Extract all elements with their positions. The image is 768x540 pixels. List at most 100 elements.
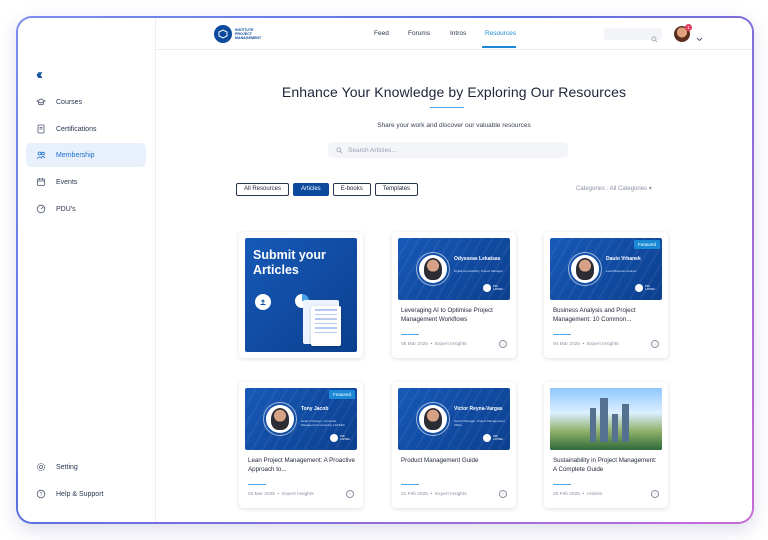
download-icon[interactable]: ↓ bbox=[651, 340, 659, 348]
sidebar-item-courses[interactable]: Courses bbox=[26, 90, 146, 114]
author-name: Tony Jacob bbox=[301, 406, 329, 412]
article-search-input[interactable]: Search Articles... bbox=[328, 142, 568, 158]
upload-icon bbox=[255, 294, 271, 310]
article-category: Articles bbox=[586, 492, 603, 497]
gear-icon bbox=[36, 462, 46, 472]
article-card[interactable]: Victor Reyna-Vargas Senior Manager, Proj… bbox=[392, 382, 516, 508]
sidebar-item-membership[interactable]: Membership bbox=[26, 143, 146, 167]
tab-articles[interactable]: Articles bbox=[293, 183, 329, 196]
article-category: Expert Insights bbox=[434, 342, 467, 347]
sidebar-item-help[interactable]: ? Help & Support bbox=[26, 482, 146, 506]
tab-all-resources[interactable]: All Resources bbox=[236, 183, 290, 196]
resource-tabs: All Resources Articles E-books Templates bbox=[236, 183, 419, 196]
sidebar-item-pdus[interactable]: PDU's bbox=[26, 197, 146, 221]
article-category: Expert Insights bbox=[434, 492, 467, 497]
article-banner: Victor Reyna-Vargas Senior Manager, Proj… bbox=[398, 388, 510, 450]
pmi-logo-icon bbox=[483, 434, 491, 442]
top-search-input[interactable] bbox=[604, 28, 662, 43]
article-title: Business Analysis and Project Management… bbox=[553, 307, 636, 323]
notification-badge: 1 bbox=[685, 24, 692, 31]
download-icon[interactable]: ↓ bbox=[651, 490, 659, 498]
article-meta: 06 Mar 2025 • Expert Insights bbox=[401, 342, 467, 347]
collapse-sidebar-icon[interactable]: ‹‹ bbox=[36, 66, 43, 83]
article-date: 06 Mar 2025 bbox=[401, 342, 428, 347]
pmi-label: PMI LAPSEC bbox=[645, 285, 656, 291]
article-meta: 02 Mar 2025 • Expert Insights bbox=[248, 492, 314, 497]
help-icon: ? bbox=[36, 489, 46, 499]
search-placeholder: Search Articles... bbox=[348, 146, 397, 154]
sidebar-item-label: Membership bbox=[56, 151, 95, 159]
submit-banner: Submit your Articles bbox=[245, 238, 357, 352]
main-content: Enhance Your Knowledge by Exploring Our … bbox=[156, 50, 752, 522]
topnav-feed[interactable]: Feed bbox=[374, 30, 389, 37]
article-card[interactable]: Featured Dauio Vrbanek Lead Business Ana… bbox=[544, 232, 668, 358]
title-divider bbox=[430, 107, 464, 108]
topnav-resources[interactable]: Resources bbox=[485, 30, 516, 37]
article-divider bbox=[553, 484, 571, 485]
pmi-label: PMI LAPSEC bbox=[340, 435, 351, 441]
author-name: Dauio Vrbanek bbox=[606, 256, 641, 262]
category-filter[interactable]: Categories : All Categories ▾ bbox=[576, 185, 652, 192]
tab-templates[interactable]: Templates bbox=[374, 183, 419, 196]
article-banner: Featured Dauio Vrbanek Lead Business Ana… bbox=[550, 238, 662, 300]
sidebar: ‹‹ Courses Certifications Membership Eve… bbox=[18, 18, 156, 522]
search-icon bbox=[651, 30, 658, 48]
logo-mark-icon bbox=[214, 25, 232, 43]
download-icon[interactable]: ↓ bbox=[346, 490, 354, 498]
article-photo bbox=[550, 388, 662, 450]
topnav-forums[interactable]: Forums bbox=[408, 30, 430, 37]
active-tab-underline bbox=[482, 46, 516, 48]
pmi-logo-icon bbox=[330, 434, 338, 442]
article-card[interactable]: Featured Tony Jacob Head of Design, Comp… bbox=[239, 382, 363, 508]
calendar-icon bbox=[36, 177, 46, 187]
author-photo bbox=[266, 405, 294, 433]
article-title: Sustainability in Project Management: A … bbox=[553, 457, 657, 473]
sidebar-item-setting[interactable]: Setting bbox=[26, 455, 146, 479]
submit-article-card[interactable]: Submit your Articles bbox=[239, 232, 363, 358]
featured-badge: Featured bbox=[328, 390, 355, 399]
article-banner: Odysseas Lekatsas Digital Accessibility,… bbox=[398, 238, 510, 300]
pmi-logo-icon bbox=[635, 284, 643, 292]
author-role: Lead Business Analyst bbox=[606, 269, 637, 273]
top-bar: INSTITUTE PROJECT MANAGEMENT Feed Forums… bbox=[156, 18, 752, 50]
author-name: Victor Reyna-Vargas bbox=[454, 406, 503, 412]
article-meta: 04 Mar 2025 • Expert Insights bbox=[553, 342, 619, 347]
browser-frame: ‹‹ Courses Certifications Membership Eve… bbox=[16, 16, 754, 524]
topnav-intros[interactable]: Intros bbox=[450, 30, 466, 37]
author-photo bbox=[571, 255, 599, 283]
sidebar-item-certifications[interactable]: Certifications bbox=[26, 117, 146, 141]
tab-ebooks[interactable]: E-books bbox=[332, 183, 371, 196]
article-card[interactable]: Sustainability in Project Management: A … bbox=[544, 382, 668, 508]
page-subtitle: Share your work and discover our valuabl… bbox=[377, 122, 531, 129]
gauge-icon bbox=[36, 204, 46, 214]
article-category: Expert Insights bbox=[281, 492, 314, 497]
article-divider bbox=[248, 484, 266, 485]
article-date: 21 Feb 2025 bbox=[401, 492, 428, 497]
pmi-logo-icon bbox=[483, 284, 491, 292]
chevron-down-icon[interactable] bbox=[696, 29, 703, 47]
article-date: 04 Mar 2025 bbox=[553, 342, 580, 347]
svg-text:?: ? bbox=[40, 492, 43, 498]
author-name: Odysseas Lekatsas bbox=[454, 256, 501, 262]
article-banner: Featured Tony Jacob Head of Design, Comp… bbox=[245, 388, 357, 450]
article-title: Lean Project Management: A Proactive App… bbox=[248, 457, 355, 473]
sidebar-item-events[interactable]: Events bbox=[26, 170, 146, 194]
article-date: 02 Mar 2025 bbox=[248, 492, 275, 497]
logo[interactable]: INSTITUTE PROJECT MANAGEMENT bbox=[214, 25, 261, 43]
article-meta: 21 Feb 2025 • Expert Insights bbox=[401, 492, 467, 497]
download-icon[interactable]: ↓ bbox=[499, 340, 507, 348]
certificate-icon bbox=[36, 124, 46, 134]
download-icon[interactable]: ↓ bbox=[499, 490, 507, 498]
article-meta: 26 Feb 2025 • Articles bbox=[553, 492, 603, 497]
logo-text: INSTITUTE PROJECT MANAGEMENT bbox=[235, 28, 262, 40]
article-divider bbox=[401, 334, 419, 335]
article-category: Expert Insights bbox=[586, 342, 619, 347]
article-card[interactable]: Odysseas Lekatsas Digital Accessibility,… bbox=[392, 232, 516, 358]
article-title: Product Management Guide bbox=[401, 457, 479, 464]
search-icon bbox=[336, 146, 343, 154]
caret-down-icon: ▾ bbox=[648, 186, 652, 192]
pmi-label: PMI LAPSEC bbox=[493, 285, 504, 291]
document-page-icon bbox=[311, 306, 341, 346]
page-title: Enhance Your Knowledge by Exploring Our … bbox=[281, 84, 627, 100]
users-icon bbox=[36, 150, 46, 160]
